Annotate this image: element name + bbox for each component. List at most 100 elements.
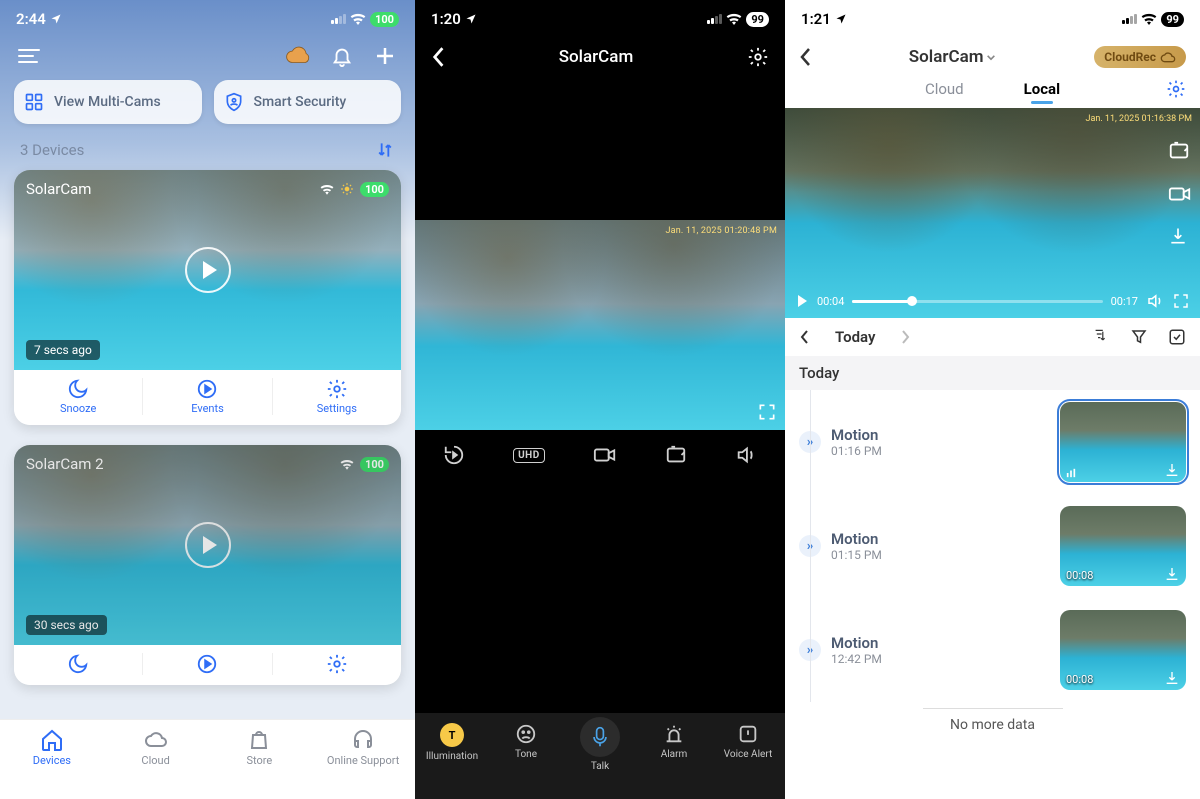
wifi-icon	[340, 459, 354, 470]
cell-signal-icon	[331, 14, 346, 24]
event-thumbnail[interactable]: 00:08	[1060, 506, 1186, 586]
illumination-button[interactable]: T Illumination	[415, 723, 489, 799]
scrub-bar[interactable]: 00:04 00:17	[795, 292, 1190, 310]
camera-name: SolarCam	[26, 180, 91, 198]
snooze-button[interactable]: Snooze	[14, 378, 142, 415]
tab-local[interactable]: Local	[1024, 80, 1060, 98]
record-icon[interactable]	[593, 445, 617, 465]
solar-icon	[340, 182, 354, 196]
bottom-nav: Devices Cloud Store Online Support	[0, 719, 415, 799]
snooze-button[interactable]	[14, 653, 142, 675]
camera-name: SolarCam 2	[26, 455, 104, 473]
date-label[interactable]: Today	[835, 328, 875, 346]
alert-icon	[737, 723, 759, 745]
gear-icon[interactable]	[1166, 79, 1186, 99]
event-time: 01:16 PM	[831, 444, 882, 458]
devices-screen: 2:44 100 View Multi-Cams Smart Security …	[0, 0, 415, 799]
record-icon[interactable]	[1168, 184, 1192, 204]
battery-indicator: 100	[370, 12, 399, 27]
siren-icon	[663, 723, 685, 745]
location-icon	[835, 13, 847, 25]
event-thumbnail[interactable]: 00:08	[1060, 610, 1186, 690]
nav-support[interactable]: Online Support	[311, 728, 415, 799]
settings-button[interactable]: Settings	[273, 378, 401, 415]
cloudrec-badge[interactable]: CloudRec	[1094, 46, 1186, 68]
back-icon[interactable]	[431, 46, 445, 68]
replay-icon[interactable]	[443, 444, 465, 466]
timeline-line	[810, 390, 811, 702]
download-icon[interactable]	[1164, 566, 1180, 582]
download-icon[interactable]	[1168, 226, 1188, 246]
camera-thumbnail[interactable]: SolarCam 100 7 secs ago	[14, 170, 401, 370]
prev-day-icon[interactable]	[799, 329, 809, 345]
quick-actions: View Multi-Cams Smart Security	[0, 80, 415, 136]
quality-badge[interactable]: UHD	[513, 448, 545, 463]
add-icon[interactable]	[373, 44, 397, 68]
download-icon[interactable]	[1164, 462, 1180, 478]
gear-icon[interactable]	[747, 46, 769, 68]
next-day-icon[interactable]	[901, 329, 911, 345]
event-time: 01:15 PM	[831, 548, 882, 562]
smart-security-button[interactable]: Smart Security	[214, 80, 402, 124]
storage-tabs: Cloud Local	[785, 74, 1200, 108]
nav-store[interactable]: Store	[208, 728, 312, 799]
cloud-icon	[1160, 51, 1176, 63]
bell-icon[interactable]	[331, 45, 353, 67]
cloud-icon[interactable]	[285, 46, 311, 66]
select-all-icon[interactable]	[1168, 328, 1186, 346]
filter-icon[interactable]	[1130, 328, 1148, 346]
status-bar: 2:44 100	[0, 0, 415, 38]
gear-icon	[326, 653, 348, 675]
sort-icon[interactable]	[1092, 328, 1110, 346]
speaker-icon[interactable]	[1146, 292, 1164, 310]
event-thumbnail[interactable]	[1060, 402, 1186, 482]
live-video[interactable]: Jan. 11, 2025 01:20:48 PM	[415, 220, 785, 430]
tone-button[interactable]: Tone	[489, 723, 563, 799]
menu-button[interactable]	[18, 49, 40, 63]
events-button[interactable]	[142, 653, 272, 675]
event-item[interactable]: » Motion 01:16 PM	[785, 390, 1200, 494]
speaker-icon[interactable]	[735, 444, 757, 466]
settings-button[interactable]	[273, 653, 401, 675]
camera-card[interactable]: SolarCam 2 100 30 secs ago	[14, 445, 401, 685]
page-title[interactable]: SolarCam	[811, 47, 1094, 67]
view-multicams-button[interactable]: View Multi-Cams	[14, 80, 202, 124]
fullscreen-icon[interactable]	[1172, 292, 1190, 310]
grid-icon	[24, 92, 44, 112]
clock: 2:44	[16, 10, 46, 28]
event-title: Motion	[831, 634, 882, 652]
progress-track[interactable]	[852, 300, 1102, 303]
nav-devices[interactable]: Devices	[0, 728, 104, 799]
app-topbar	[0, 38, 415, 80]
moon-icon	[67, 653, 89, 675]
cell-signal-icon	[1122, 14, 1137, 24]
playback-screen: 1:21 99 SolarCam CloudRec Cloud Local Ja…	[785, 0, 1200, 799]
last-seen: 30 secs ago	[26, 615, 107, 635]
sort-icon[interactable]	[375, 140, 395, 160]
play-button[interactable]	[185, 522, 231, 568]
bars-icon	[1066, 468, 1076, 478]
cloud-icon	[144, 728, 168, 752]
events-icon	[196, 653, 218, 675]
events-button[interactable]: Events	[142, 378, 272, 415]
alarm-button[interactable]: Alarm	[637, 723, 711, 799]
tab-cloud[interactable]: Cloud	[925, 80, 964, 98]
download-icon[interactable]	[1164, 670, 1180, 686]
play-icon[interactable]	[795, 294, 809, 308]
date-row: Today	[785, 318, 1200, 356]
back-icon[interactable]	[799, 47, 811, 67]
clock: 1:20	[431, 10, 461, 28]
event-duration: 00:08	[1066, 673, 1093, 686]
fullscreen-icon[interactable]	[757, 402, 777, 422]
play-button[interactable]	[185, 247, 231, 293]
voice-alert-button[interactable]: Voice Alert	[711, 723, 785, 799]
nav-cloud[interactable]: Cloud	[104, 728, 208, 799]
camera-card[interactable]: SolarCam 100 7 secs ago Snooze Events	[14, 170, 401, 425]
screenshot-icon[interactable]	[665, 444, 687, 466]
event-item[interactable]: » Motion 01:15 PM 00:08	[785, 494, 1200, 598]
event-item[interactable]: » Motion 12:42 PM 00:08	[785, 598, 1200, 702]
talk-button[interactable]: Talk	[563, 723, 637, 799]
camera-thumbnail[interactable]: SolarCam 2 100 30 secs ago	[14, 445, 401, 645]
playback-video[interactable]: Jan. 11, 2025 01:16:38 PM 00:04 00:17	[785, 108, 1200, 318]
screenshot-icon[interactable]	[1168, 140, 1190, 162]
